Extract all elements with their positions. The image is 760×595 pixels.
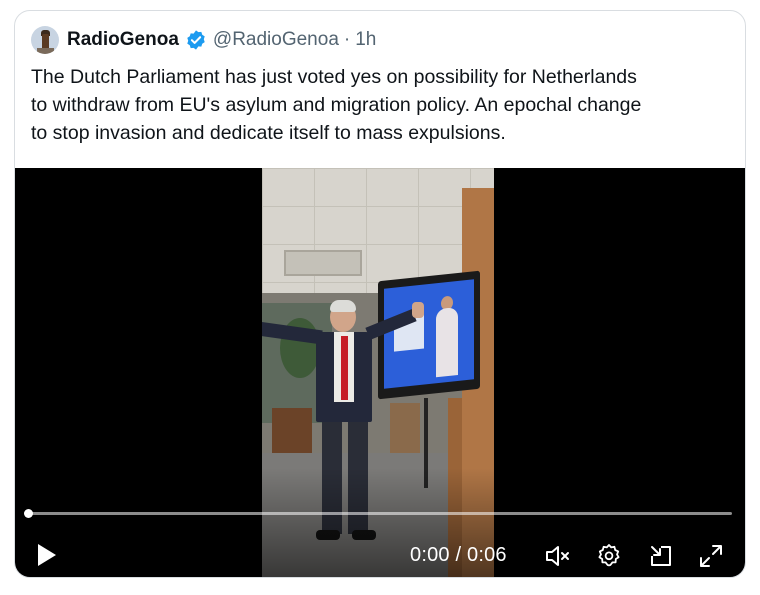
lighthouse-base	[37, 48, 54, 54]
cabinet	[272, 408, 312, 458]
separator-dot: ·	[343, 29, 351, 50]
mute-button[interactable]	[543, 542, 571, 570]
verified-badge-icon[interactable]	[185, 29, 207, 51]
person-hair	[330, 300, 356, 312]
person-tie	[341, 336, 348, 400]
time-readout: 0:00 / 0:06	[410, 544, 507, 566]
tv-monitor	[378, 270, 480, 400]
play-button[interactable]	[35, 542, 59, 568]
avatar[interactable]	[31, 26, 59, 54]
progress-knob[interactable]	[24, 509, 33, 518]
speaker-muted-icon	[546, 546, 569, 566]
tv-screen	[384, 279, 474, 389]
tweet-text: The Dutch Parliament has just voted yes …	[31, 66, 642, 144]
handle[interactable]: @RadioGenoa	[213, 29, 339, 51]
play-icon	[38, 544, 56, 566]
tv-person	[436, 306, 458, 378]
timestamp[interactable]: 1h	[355, 29, 376, 51]
fullscreen-button[interactable]	[697, 542, 725, 570]
tweet-header: RadioGenoa @RadioGenoa · 1h	[31, 25, 376, 55]
picture-in-picture-icon	[651, 546, 671, 566]
ceiling-vent	[284, 250, 362, 276]
person-hand	[412, 302, 424, 318]
gear-icon	[598, 544, 620, 567]
controls-overlay	[15, 468, 745, 577]
video-player[interactable]: 0:00 / 0:06	[15, 168, 745, 577]
tweet-card[interactable]: RadioGenoa @RadioGenoa · 1h The Dutch Pa…	[14, 10, 746, 578]
fullscreen-expand-icon	[700, 545, 722, 567]
video-progress-bar[interactable]	[24, 509, 732, 518]
picture-in-picture-button[interactable]	[647, 542, 675, 570]
settings-button[interactable]	[595, 542, 623, 570]
display-name[interactable]: RadioGenoa	[67, 29, 179, 51]
